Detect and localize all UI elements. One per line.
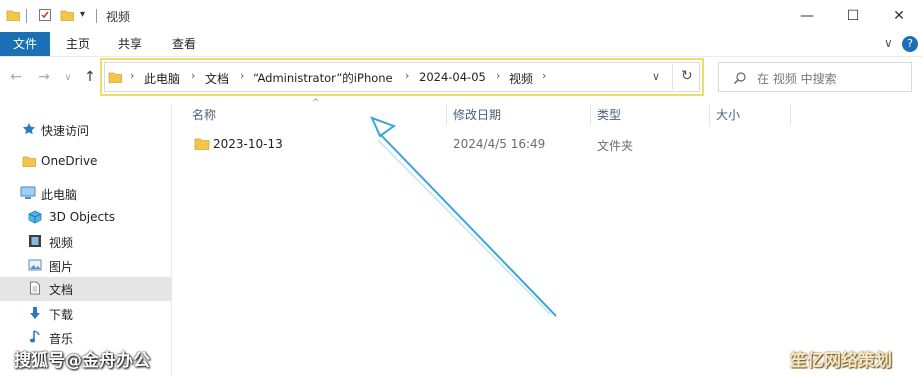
up-arrow-icon: ↑ xyxy=(84,69,96,85)
breadcrumb-documents[interactable]: 文档 xyxy=(205,70,229,87)
sidebar-item-pictures[interactable]: 图片 xyxy=(0,254,172,278)
tab-home[interactable]: 主页 xyxy=(56,32,100,56)
column-header-size[interactable]: 大小 xyxy=(716,104,740,126)
sidebar-item-label: 快速访问 xyxy=(41,124,90,138)
title-bar: ▾ 视频 — ☐ ✕ xyxy=(0,0,922,32)
breadcrumb-separator-icon[interactable]: › xyxy=(405,69,409,82)
close-icon: ✕ xyxy=(893,8,905,24)
maximize-icon: ☐ xyxy=(846,8,860,24)
close-button[interactable]: ✕ xyxy=(876,0,922,32)
sidebar-item-label: 文档 xyxy=(49,283,74,297)
computer-icon xyxy=(20,186,36,199)
sidebar-item-label: 图片 xyxy=(49,260,74,274)
tab-view[interactable]: 查看 xyxy=(162,32,206,56)
recent-locations-button[interactable]: ∨ xyxy=(58,66,78,88)
sidebar-item-label: OneDrive xyxy=(41,154,98,168)
breadcrumb-videos[interactable]: 视频 xyxy=(509,70,533,87)
folder-icon xyxy=(194,138,210,150)
title-separator xyxy=(26,9,27,23)
breadcrumb-this-pc[interactable]: 此电脑 xyxy=(144,70,180,87)
collapse-ribbon-icon[interactable]: ∨ xyxy=(884,36,893,50)
sort-ascending-icon: ^ xyxy=(312,98,320,108)
folder-icon xyxy=(108,72,122,83)
sidebar-item-label: 此电脑 xyxy=(41,188,78,202)
up-button[interactable]: ↑ xyxy=(80,66,100,88)
file-type: 文件夹 xyxy=(597,139,634,153)
title-separator xyxy=(96,9,97,23)
breadcrumb-separator-icon: › xyxy=(130,69,135,82)
breadcrumb-separator-icon[interactable]: › xyxy=(191,69,195,82)
picture-icon xyxy=(28,259,42,271)
video-icon xyxy=(29,235,41,247)
folder-icon xyxy=(6,10,20,21)
tab-share[interactable]: 共享 xyxy=(108,32,152,56)
annotation-arrow xyxy=(370,116,557,317)
maximize-button[interactable]: ☐ xyxy=(830,0,876,32)
search-placeholder: 在 视频 中搜索 xyxy=(757,72,837,86)
cube-icon xyxy=(28,210,42,224)
sidebar-item-documents[interactable]: 文档 xyxy=(0,277,172,301)
refresh-icon[interactable]: ↻ xyxy=(681,68,693,84)
minimize-button[interactable]: — xyxy=(784,0,830,32)
forward-arrow-icon: → xyxy=(38,69,50,85)
minimize-icon: — xyxy=(800,8,814,24)
column-header-name[interactable]: 名称 xyxy=(192,104,216,126)
breadcrumb-iphone[interactable]: “Administrator”的iPhone xyxy=(253,70,393,86)
forward-button[interactable]: → xyxy=(34,66,54,88)
address-divider xyxy=(672,64,673,90)
sidebar-item-label: 音乐 xyxy=(49,332,74,346)
sidebar-item-quick-access[interactable]: 快速访问 xyxy=(0,118,172,142)
breadcrumb-separator-icon[interactable]: › xyxy=(240,69,244,82)
properties-icon[interactable] xyxy=(38,8,52,22)
breadcrumb-date-folder[interactable]: 2024-04-05 xyxy=(419,70,486,84)
sidebar-item-3d-objects[interactable]: 3D Objects xyxy=(0,206,172,230)
column-divider[interactable] xyxy=(790,104,791,126)
document-icon xyxy=(30,281,40,295)
column-divider[interactable] xyxy=(709,104,710,126)
ribbon-tabs: 文件 主页 共享 查看 ∨ ? xyxy=(0,32,922,57)
sidebar-item-videos[interactable]: 视频 xyxy=(0,230,172,254)
back-button[interactable]: ← xyxy=(6,66,26,88)
chevron-down-icon: ∨ xyxy=(64,71,72,83)
back-arrow-icon: ← xyxy=(10,69,22,85)
column-divider[interactable] xyxy=(590,104,591,126)
address-dropdown-icon[interactable]: ∨ xyxy=(652,70,660,83)
sidebar-item-onedrive[interactable]: OneDrive xyxy=(0,150,172,174)
new-folder-icon[interactable] xyxy=(60,8,74,22)
watermark-right: 笙亿网络策划 xyxy=(790,351,892,371)
window-title: 视频 xyxy=(106,10,131,24)
file-name: 2023-10-13 xyxy=(213,137,283,151)
watermark-left: 搜狐号@金舟办公 xyxy=(14,351,150,371)
sidebar-item-downloads[interactable]: 下载 xyxy=(0,302,172,326)
help-icon[interactable]: ? xyxy=(902,36,918,52)
sidebar-item-label: 下载 xyxy=(49,308,74,322)
music-icon xyxy=(29,330,40,343)
breadcrumb-separator-icon[interactable]: › xyxy=(496,69,500,82)
sidebar-item-this-pc[interactable]: 此电脑 xyxy=(0,182,172,206)
quick-access-dropdown-icon[interactable]: ▾ xyxy=(80,9,85,20)
folder-icon xyxy=(22,156,36,167)
sidebar-item-label: 视频 xyxy=(49,236,74,250)
search-icon xyxy=(734,72,746,84)
sidebar-item-label: 3D Objects xyxy=(49,210,116,224)
download-icon xyxy=(30,307,40,319)
star-icon xyxy=(23,123,35,135)
breadcrumb-separator-icon[interactable]: › xyxy=(542,69,546,82)
tab-file[interactable]: 文件 xyxy=(0,32,50,56)
column-header-type[interactable]: 类型 xyxy=(597,104,621,126)
